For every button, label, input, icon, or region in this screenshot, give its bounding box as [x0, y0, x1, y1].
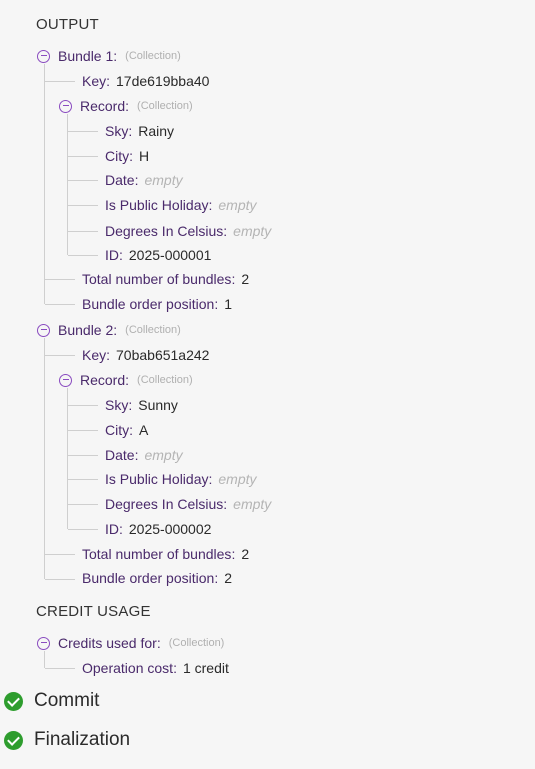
bundle-position-row: Bundle order position: 2 [82, 570, 232, 586]
step-finalization: Finalization [4, 729, 130, 751]
collapse-icon[interactable] [59, 373, 72, 387]
bundle-1-key-row: Key: 17de619bba40 [82, 73, 210, 89]
field-row: Sky: Sunny [105, 397, 178, 413]
field-row: Degrees In Celsius: empty [105, 496, 272, 512]
field-row: ID: 2025-000001 [105, 247, 212, 263]
total-bundles-row: Total number of bundles: 2 [82, 271, 250, 287]
collection-tag: (Collection) [125, 324, 181, 336]
field-row: Sky: Rainy [105, 123, 175, 139]
collapse-icon[interactable] [37, 323, 50, 337]
total-bundles-row: Total number of bundles: 2 [82, 546, 250, 562]
field-row: Is Public Holiday: empty [105, 471, 257, 487]
bundle-label: Bundle 2 [58, 322, 114, 338]
field-row: Date: empty [105, 447, 183, 463]
bundle-label: Bundle 1 [58, 48, 114, 64]
credits-used-for-row[interactable]: Credits used for: (Collection) [37, 633, 224, 653]
step-label: Commit [34, 690, 100, 711]
collapse-icon[interactable] [37, 49, 50, 63]
bundle-2-record-row[interactable]: Record: (Collection) [59, 370, 193, 390]
bundle-position-row: Bundle order position: 1 [82, 296, 232, 312]
collection-tag: (Collection) [137, 374, 193, 386]
step-commit: Commit [4, 690, 99, 712]
credit-usage-section-title: CREDIT USAGE [36, 603, 151, 620]
field-row: Date: empty [105, 172, 183, 188]
field-row: City: A [105, 422, 149, 438]
field-row: City: H [105, 148, 150, 164]
bundle-1-record-row[interactable]: Record: (Collection) [59, 96, 193, 116]
bundle-2-key-row: Key: 70bab651a242 [82, 347, 210, 363]
check-circle-icon [4, 691, 23, 711]
collection-tag: (Collection) [168, 637, 225, 649]
collection-tag: (Collection) [125, 50, 181, 62]
bundle-2-row[interactable]: Bundle 2: (Collection) [37, 320, 181, 340]
operation-cost-row: Operation cost: 1 credit [82, 660, 229, 676]
check-circle-icon [4, 730, 23, 750]
collapse-icon[interactable] [37, 636, 50, 650]
field-row: ID: 2025-000002 [105, 521, 212, 537]
field-row: Is Public Holiday: empty [105, 197, 257, 213]
collapse-icon[interactable] [59, 99, 72, 113]
field-row: Degrees In Celsius: empty [105, 223, 272, 239]
bundle-1-row[interactable]: Bundle 1: (Collection) [37, 46, 181, 66]
step-label: Finalization [34, 729, 131, 750]
output-section-title: OUTPUT [36, 16, 99, 33]
collection-tag: (Collection) [137, 100, 193, 112]
